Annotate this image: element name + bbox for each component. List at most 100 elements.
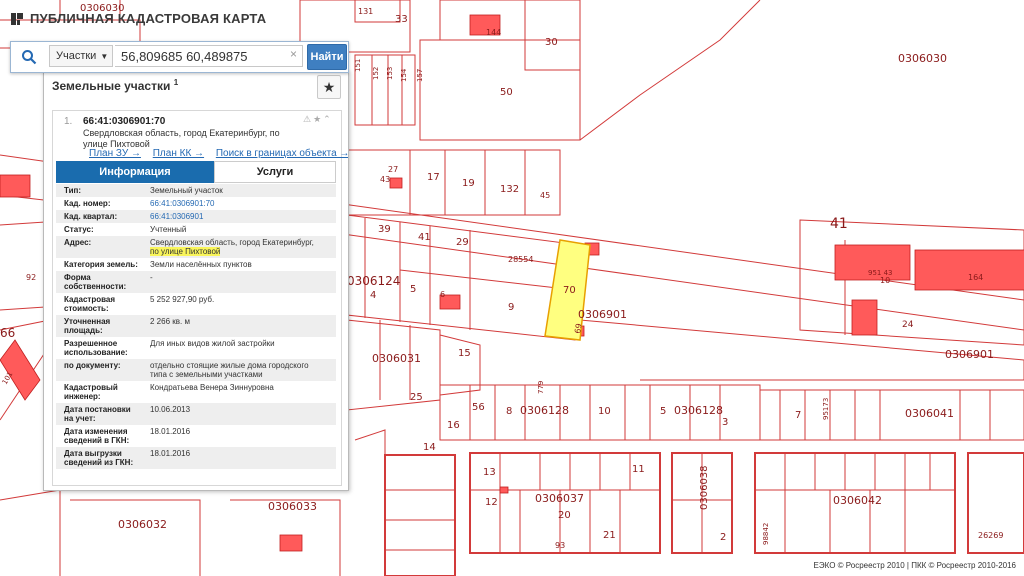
quarter-label: 0306032	[118, 518, 167, 531]
parcel-label: 30	[545, 37, 558, 48]
app-title: ПУБЛИЧНАЯ КАДАСТРОВАЯ КАРТА	[30, 11, 267, 26]
parcel-label: 779	[537, 381, 545, 394]
parcel-label: 951 43	[868, 269, 893, 277]
card-actions: ⚠★⌃	[303, 114, 333, 125]
table-row: Кадастровая стоимость: 5 252 927,90 руб.	[64, 295, 215, 313]
parcel-cad-number[interactable]: 66:41:0306901:70	[83, 116, 165, 127]
parcel-label: 41	[418, 232, 431, 243]
parcel-label: 154	[400, 68, 408, 82]
chevron-up-icon[interactable]: ⌃	[323, 114, 333, 124]
parcel-label: 20	[558, 510, 571, 521]
parcel-label: 28554	[508, 255, 533, 264]
parcel-label: 25	[410, 392, 423, 403]
parcel-label: 16	[447, 420, 460, 431]
warning-icon[interactable]: ⚠	[303, 114, 313, 124]
parcel-label: 92	[26, 273, 36, 282]
parcel-label: 7	[795, 410, 801, 421]
table-row: Кад. номер: 66:41:0306901:70	[64, 199, 215, 208]
card-tabs: Информация Услуги	[56, 161, 336, 183]
address-highlight: по улице Пихтовой	[150, 247, 221, 256]
quarter-label: 0306128	[520, 404, 569, 417]
parcel-label: 164	[968, 273, 983, 282]
block-label: 41	[830, 216, 848, 232]
parcel-label: 26269	[978, 531, 1003, 540]
properties-table: Тип: Земельный участок Кад. номер: 66:41…	[56, 184, 336, 469]
plan-kk-link[interactable]: План КК →	[153, 148, 204, 159]
plan-zu-link[interactable]: План ЗУ →	[89, 148, 141, 159]
results-count: 1	[173, 78, 179, 87]
table-row: Разрешенное использование: Для иных видов…	[64, 339, 275, 357]
parcel-label: 3	[722, 417, 728, 428]
table-row: Категория земель: Земли населённых пункт…	[64, 260, 252, 269]
quarter-label: 0306030	[898, 52, 947, 65]
favorite-star-button[interactable]: ★	[317, 75, 341, 99]
table-row: Форма собственности: -	[56, 271, 336, 293]
parcel-label: 56	[472, 402, 485, 413]
parcel-label: 5	[660, 406, 666, 417]
quarter-label: 0306128	[674, 404, 723, 417]
search-input[interactable]	[115, 45, 303, 67]
parcel-label: 4	[370, 290, 376, 301]
logo-icon	[11, 12, 23, 25]
card-links: План ЗУ → План КК → Поиск в границах объ…	[89, 148, 348, 159]
quarter-label: 0306037	[535, 492, 584, 505]
parcel-label: 93	[555, 541, 565, 550]
table-row: Уточненная площадь: 2 266 кв. м	[56, 315, 336, 337]
parcel-label: 152	[372, 67, 380, 80]
parcel-label: 98842	[762, 523, 770, 545]
find-button[interactable]: Найти	[307, 44, 347, 70]
copyright-text: ЕЭКО © Росреестр 2010 | ПКК © Росреестр …	[809, 560, 1020, 576]
parcel-label: 50	[500, 87, 513, 98]
search-type-select[interactable]: Участки ▼	[49, 45, 113, 67]
parcel-label: 95173	[822, 398, 830, 420]
star-icon[interactable]: ★	[313, 114, 323, 124]
parcel-label: 12	[485, 497, 498, 508]
chevron-down-icon: ▼	[100, 51, 109, 61]
quarter-label: 0306901	[578, 308, 627, 321]
parcel-label: 6	[440, 290, 445, 299]
search-icon[interactable]	[11, 42, 47, 72]
tab-services[interactable]: Услуги	[214, 161, 336, 183]
search-in-bounds-link[interactable]: Поиск в границах объекта →	[216, 148, 348, 159]
parcel-label: 13	[483, 467, 496, 478]
parcel-label: 132	[500, 184, 519, 195]
cad-quarter-link[interactable]: 66:41:0306901	[150, 212, 203, 221]
tab-info[interactable]: Информация	[56, 161, 214, 183]
clear-icon[interactable]: ×	[290, 47, 297, 61]
parcel-label: 43	[380, 175, 390, 184]
parcel-label: 10	[598, 406, 611, 417]
results-panel: Земельные участки 1 ★ 1. 66:41:0306901:7…	[43, 71, 349, 491]
parcel-label: 24	[902, 320, 914, 330]
parcel-label: 45	[540, 191, 550, 200]
search-type-label: Участки	[56, 50, 97, 62]
parcel-label: 2	[720, 532, 726, 543]
search-bar: Участки ▼ × Найти	[10, 41, 349, 73]
panel-heading: Земельные участки 1	[52, 78, 179, 93]
parcel-label: 8	[506, 406, 512, 417]
parcel-label: 14	[423, 442, 436, 453]
quarter-label: 0306041	[905, 407, 954, 420]
quarter-label: 0306031	[372, 352, 421, 365]
parcel-label: 29	[456, 237, 469, 248]
table-row: Кадастровый инженер: Кондратьева Венера З…	[64, 383, 274, 401]
parcel-address: Свердловская область, город Екатеринбург…	[83, 128, 280, 149]
cad-number-link[interactable]: 66:41:0306901:70	[150, 199, 215, 208]
table-row: по документу: отдельно стоящие жилые дом…	[56, 359, 336, 381]
card-index: 1.	[64, 116, 73, 127]
quarter-label: 0306038	[699, 465, 710, 510]
app-logo[interactable]: ПУБЛИЧНАЯ КАДАСТРОВАЯ КАРТА	[10, 11, 266, 26]
table-row: Статус: Учтенный	[64, 225, 187, 234]
parcel-label: 131	[358, 7, 373, 16]
quarter-label: 0306042	[833, 494, 882, 507]
table-row: Дата изменения сведений в ГКН: 18.01.2016	[64, 427, 191, 445]
parcel-label: 69	[573, 323, 584, 335]
quarter-label: 0306033	[268, 500, 317, 513]
parcel-label: 9	[508, 302, 514, 313]
table-row: Адрес: Свердловская область, город Екате…	[56, 236, 336, 258]
parcel-label: 151	[354, 59, 362, 72]
quarter-label: 0306901	[945, 348, 994, 361]
parcel-label: 70	[563, 285, 576, 296]
parcel-label: 11	[632, 464, 645, 475]
parcel-label: 5	[410, 284, 416, 295]
parcel-label: 157	[416, 69, 424, 82]
